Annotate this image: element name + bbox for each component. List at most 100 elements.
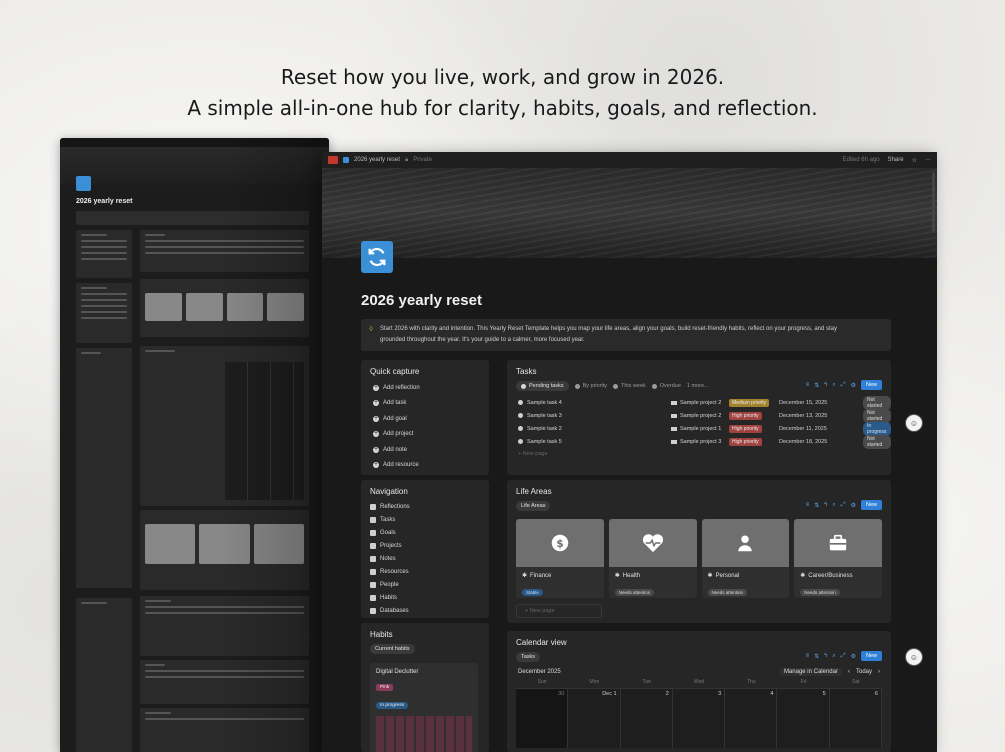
star-icon[interactable]: ☆ [912, 157, 917, 164]
assistant-face-icon[interactable]: ☺ [905, 414, 923, 432]
prev-month-icon[interactable]: ‹ [848, 669, 850, 675]
nav-item-people[interactable]: People [361, 578, 489, 591]
project-name: Sample project 3 [680, 438, 722, 445]
life-area-label: Health [622, 572, 641, 579]
tab-life-areas[interactable]: Life Areas [516, 501, 551, 511]
quick-capture-item[interactable]: + Add reflection [361, 380, 489, 396]
task-project[interactable]: Sample project 2 [671, 400, 721, 406]
tab-current-habits[interactable]: Current habits [370, 644, 415, 654]
nav-item-habits[interactable]: Habits [361, 591, 489, 604]
sort-icon[interactable]: ⇅ [814, 382, 819, 389]
calendar-day-cell[interactable]: 4 [725, 688, 778, 748]
quick-capture-item[interactable]: + Add project [361, 427, 489, 443]
task-row[interactable]: Sample task 5 Sample project 3 High priori… [507, 434, 891, 449]
filter-icon[interactable]: ≡ [806, 653, 810, 659]
search-icon[interactable]: ⌕ [832, 653, 835, 660]
bolt-icon[interactable]: ϟ [824, 502, 827, 508]
settings-icon[interactable]: ⚙ [851, 502, 856, 509]
sort-icon[interactable]: ⇅ [814, 502, 819, 509]
calendar-day-cell[interactable]: 30 [516, 688, 569, 748]
habits-title: Habits [370, 630, 393, 639]
tab-task-view[interactable]: Pending tasks [516, 381, 569, 391]
tab-task-view[interactable]: By priority [574, 383, 607, 389]
calendar-day-cell[interactable]: 2 [620, 688, 673, 748]
filter-icon[interactable]: ≡ [806, 382, 810, 388]
bolt-icon[interactable]: ϟ [824, 382, 827, 388]
quick-capture-item[interactable]: + Add resource [361, 458, 489, 474]
tab-calendar-tasks[interactable]: Tasks [516, 652, 541, 662]
habit-card[interactable]: Digital Declutter Pink In progress [370, 663, 478, 752]
nav-item-resources[interactable]: Resources [361, 565, 489, 578]
nav-item-projects[interactable]: Projects [361, 539, 489, 552]
task-row[interactable]: Sample task 3 Sample project 2 High priori… [507, 408, 891, 423]
life-areas-new-button[interactable]: New [860, 500, 882, 510]
life-area-card[interactable]: ✱ Career/Business Needs attention [794, 519, 882, 598]
quick-capture-item[interactable]: + Add goal [361, 411, 489, 427]
today-button[interactable]: Today [856, 669, 872, 675]
life-area-card[interactable]: ✱ Personal Needs attention [701, 519, 790, 598]
search-icon[interactable]: ⌕ [832, 502, 835, 509]
privacy-label[interactable]: Private [413, 157, 432, 163]
tasks-new-page[interactable]: + New page [507, 448, 891, 460]
nav-item-databases[interactable]: Databases [361, 604, 489, 617]
tab-task-view[interactable]: This week [613, 383, 646, 389]
nav-label: Habits [380, 594, 398, 601]
scrollbar[interactable] [932, 172, 935, 232]
expand-icon[interactable]: ⤢ [841, 502, 846, 509]
check-circle-icon[interactable] [518, 426, 523, 431]
cover-image [322, 168, 937, 258]
page-small-icon [343, 157, 349, 163]
check-circle-icon[interactable] [518, 413, 523, 418]
tasks-title: Tasks [516, 367, 537, 376]
bolt-icon[interactable]: ϟ [824, 653, 827, 659]
quick-capture-item[interactable]: + Add note [361, 442, 489, 458]
nav-item-tasks[interactable]: Tasks [361, 513, 489, 526]
task-project[interactable]: Sample project 3 [671, 439, 721, 445]
calendar-new-button[interactable]: New [860, 651, 882, 661]
life-areas-new-page[interactable]: + New page [516, 604, 602, 618]
mini-reflections [76, 598, 132, 752]
more-icon[interactable]: ··· [925, 157, 931, 163]
task-project[interactable]: Sample project 2 [671, 413, 721, 419]
task-row[interactable]: Sample task 4 Sample project 2 Medium prio… [507, 395, 891, 410]
habit-name: Digital Declutter [376, 669, 419, 675]
refresh-icon[interactable] [361, 241, 393, 273]
nav-label: Reflections [380, 503, 410, 510]
settings-icon[interactable]: ⚙ [851, 382, 856, 389]
nav-item-goals[interactable]: Goals [361, 526, 489, 539]
nav-item-reflections[interactable]: Reflections [361, 500, 489, 513]
tab-task-view[interactable]: 1 more... [687, 383, 709, 389]
intro-callout: 💡︎ Start 2026 with clarity and intention… [361, 319, 891, 351]
calendar-day-cell[interactable]: 3 [672, 688, 726, 748]
settings-icon[interactable]: ⚙ [851, 653, 856, 660]
folder-icon [671, 400, 677, 405]
calendar-day-cell[interactable]: 6 [829, 688, 882, 748]
check-circle-icon[interactable] [518, 439, 523, 444]
tab-task-view[interactable]: Overdue [651, 383, 681, 389]
task-name: Sample task 5 [527, 438, 562, 445]
manage-in-calendar-button[interactable]: Manage in Calendar [779, 668, 842, 676]
next-month-icon[interactable]: › [878, 669, 880, 675]
sort-icon[interactable]: ⇅ [814, 653, 819, 660]
filter-icon[interactable]: ≡ [806, 502, 810, 508]
calendar-day-cell[interactable]: 5 [777, 688, 830, 748]
calendar-day-cell[interactable]: Dec 1 [568, 688, 621, 748]
expand-icon[interactable]: ⤢ [841, 653, 846, 660]
tasks-new-button[interactable]: New [860, 380, 882, 390]
sidebar-toggle-icon[interactable] [328, 156, 338, 164]
priority-badge: High priority [729, 411, 762, 420]
life-area-card[interactable]: $ ✱ Finance Stable [516, 519, 604, 598]
life-area-status: Needs attention [800, 589, 840, 596]
task-project[interactable]: Sample project 1 [671, 426, 721, 432]
check-circle-icon[interactable] [518, 400, 523, 405]
breadcrumb-page[interactable]: 2026 yearly reset [354, 157, 400, 163]
quick-capture-item[interactable]: + Add task [361, 396, 489, 412]
assistant-face-icon[interactable]: ☺ [905, 648, 923, 666]
search-icon[interactable]: ⌕ [832, 382, 835, 389]
life-area-card[interactable]: ✱ Health Needs attention [608, 519, 697, 598]
expand-icon[interactable]: ⤢ [841, 382, 846, 389]
nav-item-notes[interactable]: Notes [361, 552, 489, 565]
habits-tabs: Current habits [361, 643, 489, 655]
share-button[interactable]: Share [888, 157, 904, 163]
task-row[interactable]: Sample task 2 Sample project 1 High priori… [507, 421, 891, 436]
